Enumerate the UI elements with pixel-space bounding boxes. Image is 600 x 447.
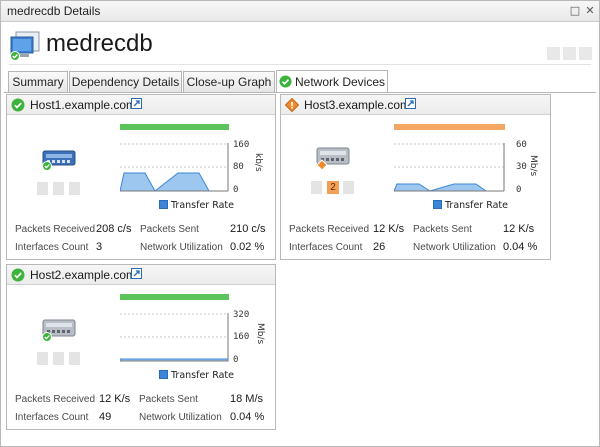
device-card-host3[interactable]: ! Host3.example.com 2 60 30 0 Mb/s Trans… <box>280 94 551 260</box>
axis-tick-max: 160 <box>233 140 250 150</box>
window-title: medrecdb Details <box>7 4 101 18</box>
placeholder-square <box>53 352 64 365</box>
tab-dependency-details[interactable]: Dependency Details <box>69 71 182 92</box>
placeholder-square <box>53 182 64 195</box>
transfer-rate-chart <box>120 143 229 192</box>
placeholder-square <box>37 182 48 195</box>
divider <box>9 64 591 65</box>
placeholder-square <box>37 352 48 365</box>
card-header: Host1.example.com <box>7 95 275 115</box>
status-ok-icon <box>11 98 25 112</box>
interfaces-count-value: 3 <box>96 241 103 253</box>
axis-tick-max: 320 <box>233 310 250 320</box>
stat-label: Network Utilization <box>413 242 496 253</box>
check-icon <box>279 75 292 88</box>
stat-label: Packets Received <box>289 224 370 235</box>
placeholder-square <box>69 352 80 365</box>
title-bar: medrecdb Details □ ✕ <box>1 1 599 22</box>
open-link-icon[interactable] <box>131 98 142 109</box>
placeholder-square <box>69 182 80 195</box>
network-device-icon <box>42 150 76 171</box>
transfer-rate-area <box>394 183 504 192</box>
legend-swatch <box>433 200 442 209</box>
device-card-host1[interactable]: Host1.example.com 160 80 0 kb/s Transfer… <box>6 94 276 260</box>
close-icon[interactable]: ✕ <box>584 5 596 17</box>
placeholder-square <box>579 47 592 60</box>
legend-swatch <box>159 200 168 209</box>
stat-label: Interfaces Count <box>289 242 363 253</box>
axis-tick-min: 0 <box>233 185 239 195</box>
network-utilization-value: 0.04 % <box>503 241 538 253</box>
status-warning-icon: ! <box>285 98 299 112</box>
network-device-icon <box>316 147 350 171</box>
axis-tick-max: 60 <box>516 140 527 150</box>
health-bar <box>120 124 229 130</box>
packets-received-value: 12 K/s <box>373 223 405 235</box>
chart-legend: Transfer Rate <box>433 200 508 211</box>
tab-close-up-graph[interactable]: Close-up Graph <box>183 71 275 92</box>
packets-sent-value: 12 K/s <box>503 223 535 235</box>
card-header: Host2.example.com <box>7 265 275 285</box>
host-name: Host1.example.com <box>30 98 137 112</box>
host-name: Host2.example.com <box>30 268 137 282</box>
axis-tick-mid: 160 <box>233 332 250 342</box>
network-utilization-value: 0.02 % <box>230 241 265 253</box>
alert-count-badge[interactable]: 2 <box>327 181 339 194</box>
open-link-icon[interactable] <box>405 98 416 109</box>
axis-tick-min: 0 <box>233 355 239 365</box>
axis-unit: Mb/s <box>528 155 538 177</box>
placeholder-square <box>343 181 354 194</box>
interfaces-count-value: 26 <box>373 241 386 253</box>
stat-label: Network Utilization <box>140 242 223 253</box>
tab-summary[interactable]: Summary <box>8 71 68 92</box>
host-name: Host3.example.com <box>304 98 411 112</box>
axis-unit: kb/s <box>253 153 263 172</box>
stat-label: Interfaces Count <box>15 412 89 423</box>
packets-received-value: 12 K/s <box>99 393 131 405</box>
packets-received-value: 208 c/s <box>96 223 132 235</box>
status-ok-icon <box>11 268 25 282</box>
placeholder-square <box>563 47 576 60</box>
packets-sent-value: 210 c/s <box>230 223 266 235</box>
stat-label: Packets Sent <box>413 224 472 235</box>
stat-label: Network Utilization <box>139 412 222 423</box>
transfer-rate-area <box>120 172 228 192</box>
transfer-rate-chart <box>394 143 505 192</box>
device-card-host2[interactable]: Host2.example.com 320 160 0 Mb/s Transfe… <box>6 264 276 430</box>
restore-icon[interactable]: □ <box>569 5 581 17</box>
stat-label: Packets Received <box>15 224 96 235</box>
network-utilization-value: 0.04 % <box>230 411 265 423</box>
axis-unit: Mb/s <box>255 323 265 345</box>
stat-label: Packets Sent <box>140 224 199 235</box>
network-device-icon <box>42 319 76 342</box>
svg-text:!: ! <box>290 101 294 111</box>
placeholder-square <box>547 47 560 60</box>
details-window: medrecdb Details □ ✕ medrecdb Summary De… <box>0 0 600 447</box>
stat-label: Packets Sent <box>139 394 198 405</box>
transfer-rate-chart <box>120 313 229 362</box>
axis-tick-mid: 30 <box>516 162 527 172</box>
stat-label: Packets Received <box>15 394 96 405</box>
stat-label: Interfaces Count <box>15 242 89 253</box>
interfaces-count-value: 49 <box>99 411 112 423</box>
computer-icon <box>10 31 40 61</box>
axis-tick-min: 0 <box>516 185 522 195</box>
packets-sent-value: 18 M/s <box>230 393 264 405</box>
tab-network-devices[interactable]: Network Devices <box>276 70 388 93</box>
card-header: ! Host3.example.com <box>281 95 550 115</box>
health-bar <box>394 124 505 130</box>
tab-divider <box>4 92 596 93</box>
chart-legend: Transfer Rate <box>159 370 234 381</box>
health-bar <box>120 294 229 300</box>
open-link-icon[interactable] <box>131 268 142 279</box>
legend-swatch <box>159 370 168 379</box>
axis-tick-mid: 80 <box>233 162 244 172</box>
chart-legend: Transfer Rate <box>159 200 234 211</box>
placeholder-square <box>311 181 322 194</box>
page-title: medrecdb <box>46 30 153 57</box>
